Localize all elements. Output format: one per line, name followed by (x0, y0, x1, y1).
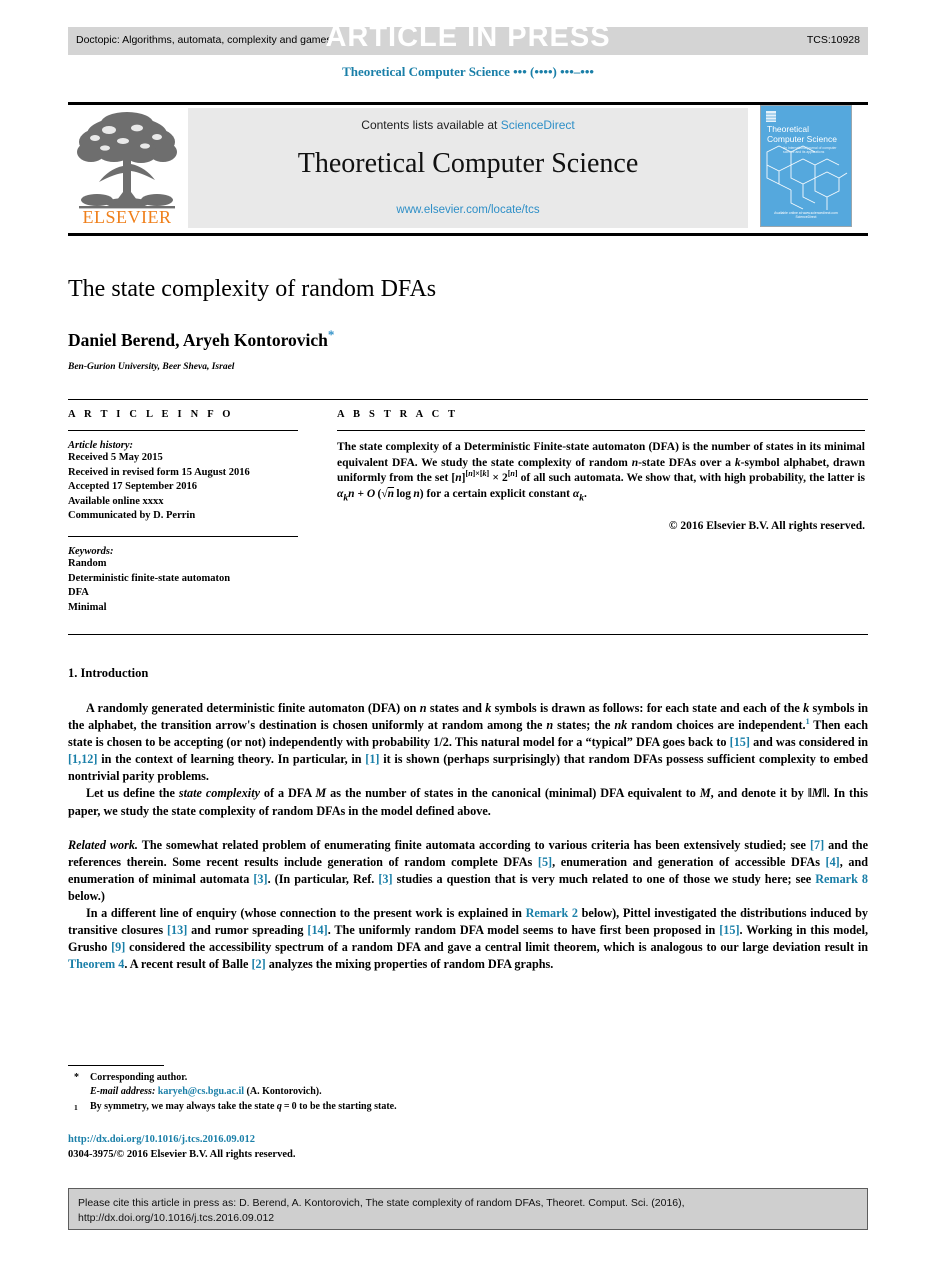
paragraph: Let us define the state complexity of a … (68, 786, 868, 818)
section-heading-introduction: 1. Introduction (68, 666, 149, 680)
journal-homepage-link[interactable]: www.elsevier.com/locate/tcs (188, 204, 748, 216)
cite-this-article-box: Please cite this article in press as: D.… (68, 1188, 868, 1230)
sciencedirect-link[interactable]: ScienceDirect (501, 118, 575, 132)
page-title: The state complexity of random DFAs (68, 276, 437, 302)
contents-available-line: Contents lists available at ScienceDirec… (188, 118, 748, 132)
paragraph: A randomly generated deterministic finit… (68, 701, 869, 784)
corresponding-author-mark: * (327, 327, 335, 342)
keyword-item: Deterministic finite-state automaton (68, 572, 231, 584)
article-info-heading: A R T I C L E I N F O (68, 409, 234, 420)
footnote-corresponding: * Corresponding author. (68, 1071, 568, 1085)
masthead-bottom-rule (68, 233, 868, 236)
journal-masthead: ELSEVIER Contents lists available at Sci… (68, 105, 868, 231)
cite-line-2: http://dx.doi.org/10.1016/j.tcs.2016.09.… (78, 1212, 275, 1224)
history-item: Communicated by D. Perrin (68, 510, 196, 522)
asterisk-icon: * (74, 1072, 79, 1083)
info-divider-1 (68, 430, 298, 431)
article-info-column: A R T I C L E I N F O Article history: R… (68, 409, 298, 615)
footnote-note-1: 1 By symmetry, we may always take the sta… (68, 1100, 568, 1114)
manuscript-code: TCS:10928 (806, 34, 860, 46)
paper-page: Doctopic: Algorithms, automata, complexi… (0, 0, 935, 1266)
footer-doi-block: http://dx.doi.org/10.1016/j.tcs.2016.09.… (68, 1133, 668, 1162)
paragraph: In a different line of enquiry (whose co… (68, 906, 868, 972)
cite-line-1: Please cite this article in press as: D.… (78, 1197, 685, 1209)
footnote-block: * Corresponding author. E-mail address: k… (68, 1071, 568, 1114)
email-owner: (A. Kontorovich). (246, 1086, 322, 1098)
masthead-center-box: Contents lists available at ScienceDirec… (188, 108, 748, 228)
info-divider-2 (68, 535, 298, 537)
elsevier-tree-logo: ELSEVIER (71, 108, 183, 230)
article-in-press-stamp: ARTICLE IN PRESS (325, 21, 611, 53)
abstract-divider (337, 430, 865, 431)
cover-journal-title: Theoretical Computer Science (767, 124, 837, 144)
footnote-rule (68, 1065, 164, 1066)
cite-text: Please cite this article in press as: D.… (78, 1196, 858, 1226)
keyword-item: Random (68, 557, 107, 569)
email-label: E-mail address: (90, 1086, 156, 1098)
history-item: Available online xxxx (68, 495, 164, 507)
journal-title: Theoretical Computer Science (297, 148, 639, 179)
abstract-heading: A B S T R A C T (337, 409, 459, 420)
article-history-label: Article history: (68, 440, 134, 451)
article-in-press-banner: Doctopic: Algorithms, automata, complexi… (68, 21, 868, 55)
email-link[interactable]: karyeh@cs.bgu.ac.il (158, 1086, 244, 1097)
cover-subtitle: An international journal of computer sci… (783, 146, 837, 155)
paragraph: Related work. The somewhat related probl… (68, 837, 869, 903)
keyword-item: Minimal (68, 601, 107, 613)
doi-link[interactable]: http://dx.doi.org/10.1016/j.tcs.2016.09.… (68, 1133, 668, 1148)
abstract-copyright: © 2016 Elsevier B.V. All rights reserved… (668, 519, 865, 532)
affiliation: Ben-Gurion University, Beer Sheva, Israe… (68, 362, 235, 372)
author-list: Daniel Berend, Aryeh Kontorovich* (68, 327, 868, 351)
footnote-email: E-mail address: karyeh@cs.bgu.ac.il (A. … (68, 1085, 568, 1099)
history-item: Received 5 May 2015 (68, 452, 163, 463)
issn-copyright: 0304-3975/© 2016 Elsevier B.V. All right… (68, 1148, 296, 1160)
history-item: Received in revised form 15 August 2016 (68, 466, 250, 478)
abstract-column: A B S T R A C T The state complexity of … (337, 409, 865, 532)
author-names: Daniel Berend, Aryeh Kontorovich (68, 329, 328, 350)
history-item: Accepted 17 September 2016 (68, 481, 197, 493)
elsevier-wordmark: ELSEVIER (82, 207, 172, 227)
body-column: A randomly generated deterministic finit… (68, 700, 868, 973)
journal-cover-thumbnail: Theoretical Computer Science An internati… (760, 105, 852, 227)
keywords-label: Keywords: (68, 545, 114, 557)
contents-prefix: Contents lists available at (361, 118, 501, 132)
info-bottom-rule (68, 634, 868, 635)
cover-footer: Available online at www.sciencedirect.co… (774, 210, 838, 220)
keyword-item: DFA (68, 587, 89, 599)
running-head: Theoretical Computer Science ••• (••••) … (342, 64, 594, 79)
info-top-rule (68, 399, 868, 400)
footnote-marker-1: 1 (74, 1102, 78, 1112)
abstract-text: The state complexity of a Deterministic … (337, 441, 866, 504)
